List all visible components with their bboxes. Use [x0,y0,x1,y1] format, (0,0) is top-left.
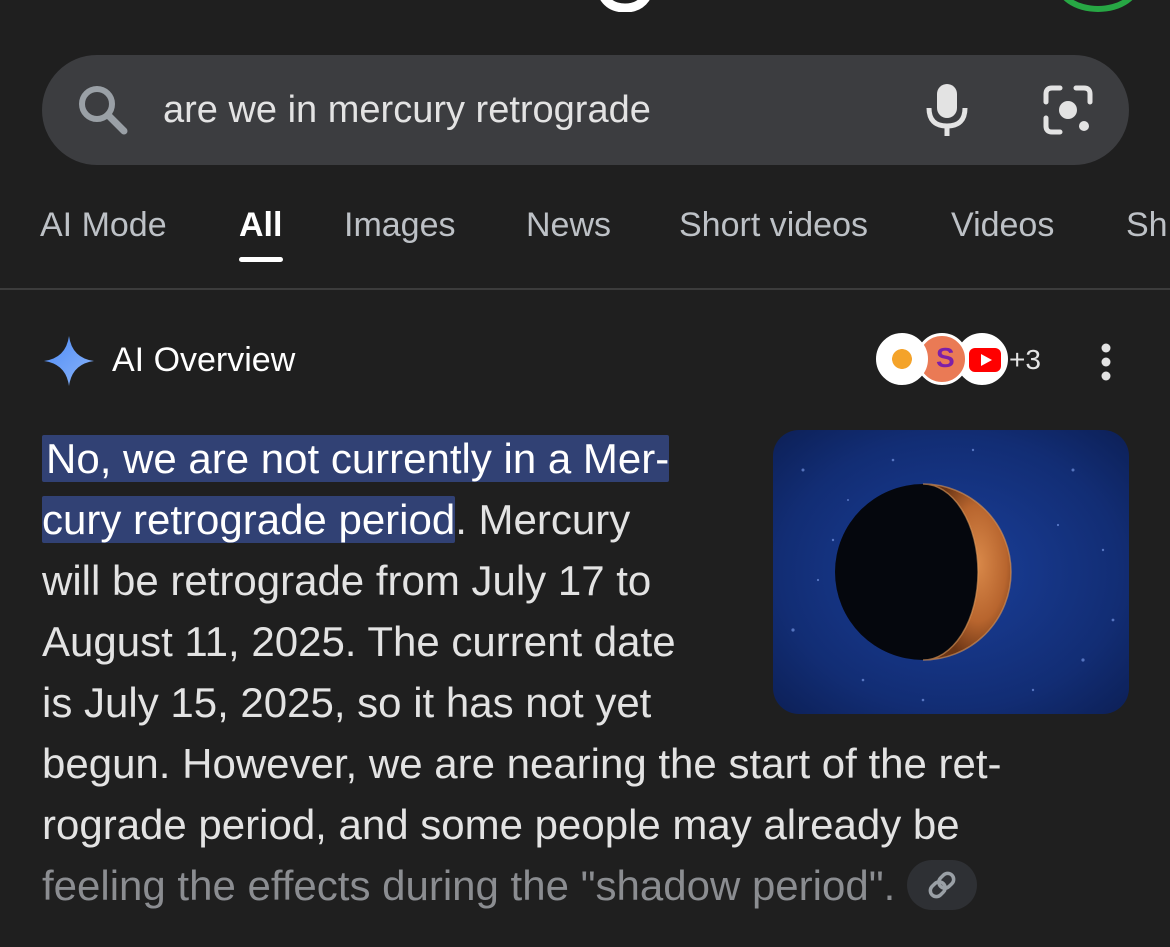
tab-news[interactable]: News [526,200,611,260]
google-logo-fragment [600,0,650,12]
search-input[interactable] [163,80,843,140]
highlighted-answer: No, we are not currently in a Mer- [42,435,670,482]
sources-count: +3 [1009,344,1041,375]
overview-line-faded: feeling the effects during the "shadow p… [42,855,1122,916]
overview-line: rograde period, and some people may alre… [42,801,960,848]
tab-videos[interactable]: Videos [951,200,1054,260]
active-tab-indicator [239,257,283,262]
tab-all[interactable]: All [239,200,282,260]
search-icon [79,86,128,135]
ai-overview-title: AI Overview [112,341,296,379]
search-tabs: AI Mode All Images News Short videos Vid… [0,200,1170,270]
account-avatar[interactable] [1055,0,1141,12]
overview-text: feeling the effects during the "shadow p… [42,862,896,909]
tab-images[interactable]: Images [344,200,456,260]
header-divider [0,288,1170,290]
sparkle-icon [44,336,94,386]
overview-line: begun. However, we are nearing the start… [42,740,1002,787]
link-icon [928,871,956,899]
highlighted-answer: cury retrograde period [42,496,456,543]
camera-lens-icon[interactable] [1040,82,1096,138]
more-vertical-icon[interactable] [1092,340,1120,384]
source-favicons[interactable]: S +3 [876,333,1066,389]
mercury-thumbnail-image[interactable] [773,430,1129,714]
source-favicon [876,333,928,385]
microphone-icon[interactable] [923,80,971,140]
tab-shopping[interactable]: Sh [1126,200,1168,260]
tab-ai-mode[interactable]: AI Mode [40,200,167,260]
search-results-page: AI Mode All Images News Short videos Vid… [0,0,1170,947]
tab-short-videos[interactable]: Short videos [679,200,868,260]
overview-text: . Mercury [455,496,631,543]
citation-link-button[interactable] [907,859,978,910]
